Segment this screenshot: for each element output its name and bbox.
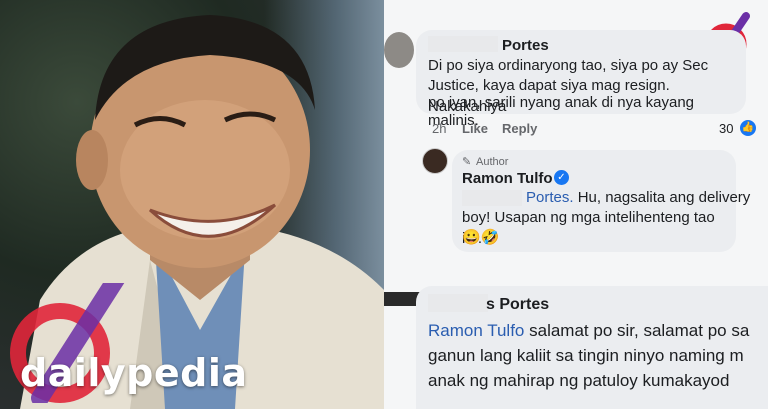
profile-photo: dailypedia	[0, 0, 384, 409]
reply-bubble: ✎ Author Ramon Tulfo ✓ Portes. Hu, nagsa…	[452, 150, 750, 252]
author-avatar[interactable]	[422, 148, 448, 174]
commenter-avatar[interactable]	[384, 32, 414, 68]
comment-mention[interactable]: Ramon Tulfo	[428, 321, 524, 340]
comment-text: salamat po sir, salamat po sa	[524, 321, 750, 340]
comment-text-line: anak ng mahirap ng patuloy kumakayod	[428, 371, 730, 390]
redacted-mention	[462, 190, 522, 206]
like-button[interactable]: Like	[462, 121, 488, 136]
reply-text-line: Portes. Hu, nagsalita ang delivery	[526, 187, 750, 208]
comment-author[interactable]: s Portes	[486, 296, 549, 314]
author-badge: Author	[476, 156, 509, 168]
like-reaction-icon[interactable]: 👍	[740, 120, 756, 136]
brand-name: dailypedia	[20, 351, 248, 395]
reply-mention[interactable]: Portes.	[526, 189, 574, 206]
reply-button[interactable]: Reply	[502, 121, 537, 136]
emoji-reactions: 😀🤣	[462, 229, 500, 246]
redacted-name	[428, 36, 498, 52]
comment-thread: Portes Di po siya ordinaryong tao, siya …	[384, 0, 768, 409]
pencil-icon: ✎	[462, 156, 472, 168]
commenter-avatar[interactable]	[384, 292, 420, 306]
reaction-count[interactable]: 30	[719, 121, 733, 136]
redacted-name	[428, 294, 488, 312]
comment-bubble: Portes Di po siya ordinaryong tao, siya …	[416, 30, 746, 129]
comment-author[interactable]: Portes	[502, 37, 549, 54]
reply-text: Hu, nagsalita ang delivery	[573, 189, 751, 206]
comment-bubble: s Portes Ramon Tulfo salamat po sir, sal…	[416, 286, 768, 409]
comment-text-line: ganun lang kaliit sa tingin ninyo naming…	[428, 346, 744, 365]
verified-badge-icon: ✓	[554, 170, 569, 185]
reply-author[interactable]: Ramon Tulfo	[462, 170, 553, 187]
comment-time[interactable]: 2h	[432, 121, 446, 136]
reply-text-line: boy! Usapan ng mga intelihenteng tao ito…	[462, 209, 715, 247]
dailypedia-logo: dailypedia	[0, 283, 384, 403]
comment-text-line: Di po siya ordinaryong tao, siya po ay S…	[428, 57, 709, 74]
comment-text-line: Ramon Tulfo salamat po sir, salamat po s…	[428, 319, 749, 343]
